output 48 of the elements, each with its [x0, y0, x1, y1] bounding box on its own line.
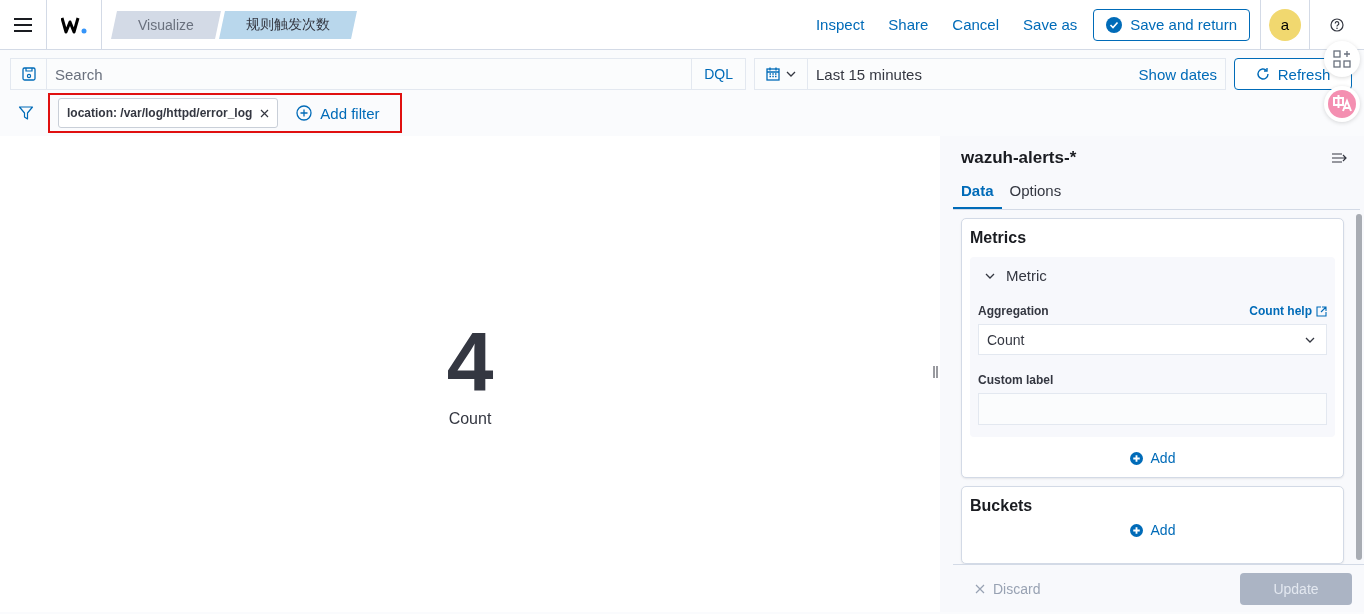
refresh-icon: [1255, 67, 1270, 81]
save-and-return-button[interactable]: Save and return: [1093, 8, 1250, 41]
save-icon[interactable]: [20, 66, 37, 82]
section-title: Metrics: [970, 229, 1028, 247]
calendar-icon: [765, 66, 781, 82]
add-bucket-button[interactable]: Add: [1123, 521, 1182, 539]
header-link[interactable]: Inspect: [803, 16, 877, 33]
query-language-button[interactable]: DQL: [691, 59, 745, 89]
header-link[interactable]: Save as: [1011, 16, 1090, 33]
section-title: Buckets: [970, 497, 1034, 515]
time-range-text: Last 15 minutes: [815, 65, 923, 83]
aggregation-select[interactable]: Count: [978, 324, 1327, 355]
menu-icon[interactable]: [14, 17, 32, 32]
plus-icon: [1129, 451, 1143, 465]
metric-value: 4: [446, 320, 494, 404]
scrollbar[interactable]: [1356, 214, 1362, 560]
breadcrumb[interactable]: 规则触发次数: [218, 10, 357, 39]
user-avatar[interactable]: a: [1269, 8, 1301, 41]
field-label: Custom label: [978, 373, 1054, 387]
apps-icon[interactable]: [1333, 50, 1351, 68]
custom-label-field[interactable]: [978, 393, 1327, 425]
help-link[interactable]: Count help: [1249, 304, 1327, 318]
search-field[interactable]: Search DQL: [10, 58, 746, 90]
field-label: Aggregation: [978, 304, 1049, 318]
filter-pill[interactable]: location: /var/log/httpd/error_log: [58, 98, 279, 128]
show-dates-link[interactable]: Show dates: [1130, 65, 1225, 83]
external-link-icon: [1316, 305, 1327, 317]
metric-toggle[interactable]: Metric: [978, 265, 1053, 286]
header-link[interactable]: Cancel: [940, 16, 1012, 33]
check-icon: [1106, 16, 1123, 33]
close-icon[interactable]: [260, 108, 270, 118]
plus-circle-icon: [296, 105, 313, 121]
breadcrumb[interactable]: Visualize: [111, 10, 221, 39]
add-filter-button[interactable]: Add filter: [290, 103, 386, 123]
help-icon[interactable]: [1330, 17, 1344, 32]
filter-icon[interactable]: [18, 105, 34, 121]
resize-handle-icon[interactable]: [933, 366, 938, 378]
header-link[interactable]: Share: [876, 16, 941, 33]
editor-tab[interactable]: Options: [1001, 176, 1070, 209]
collapse-icon[interactable]: [1332, 152, 1348, 164]
add-metric-button[interactable]: Add: [1123, 449, 1182, 467]
editor-tab[interactable]: Data: [953, 176, 1002, 209]
close-icon: [975, 583, 985, 594]
metric-label: Count: [448, 410, 492, 428]
plus-icon: [1129, 523, 1143, 537]
logo-icon[interactable]: [61, 15, 87, 34]
filter-label: location: /var/log/httpd/error_log: [67, 106, 253, 120]
index-pattern-title: wazuh-alerts-*: [961, 148, 1077, 168]
